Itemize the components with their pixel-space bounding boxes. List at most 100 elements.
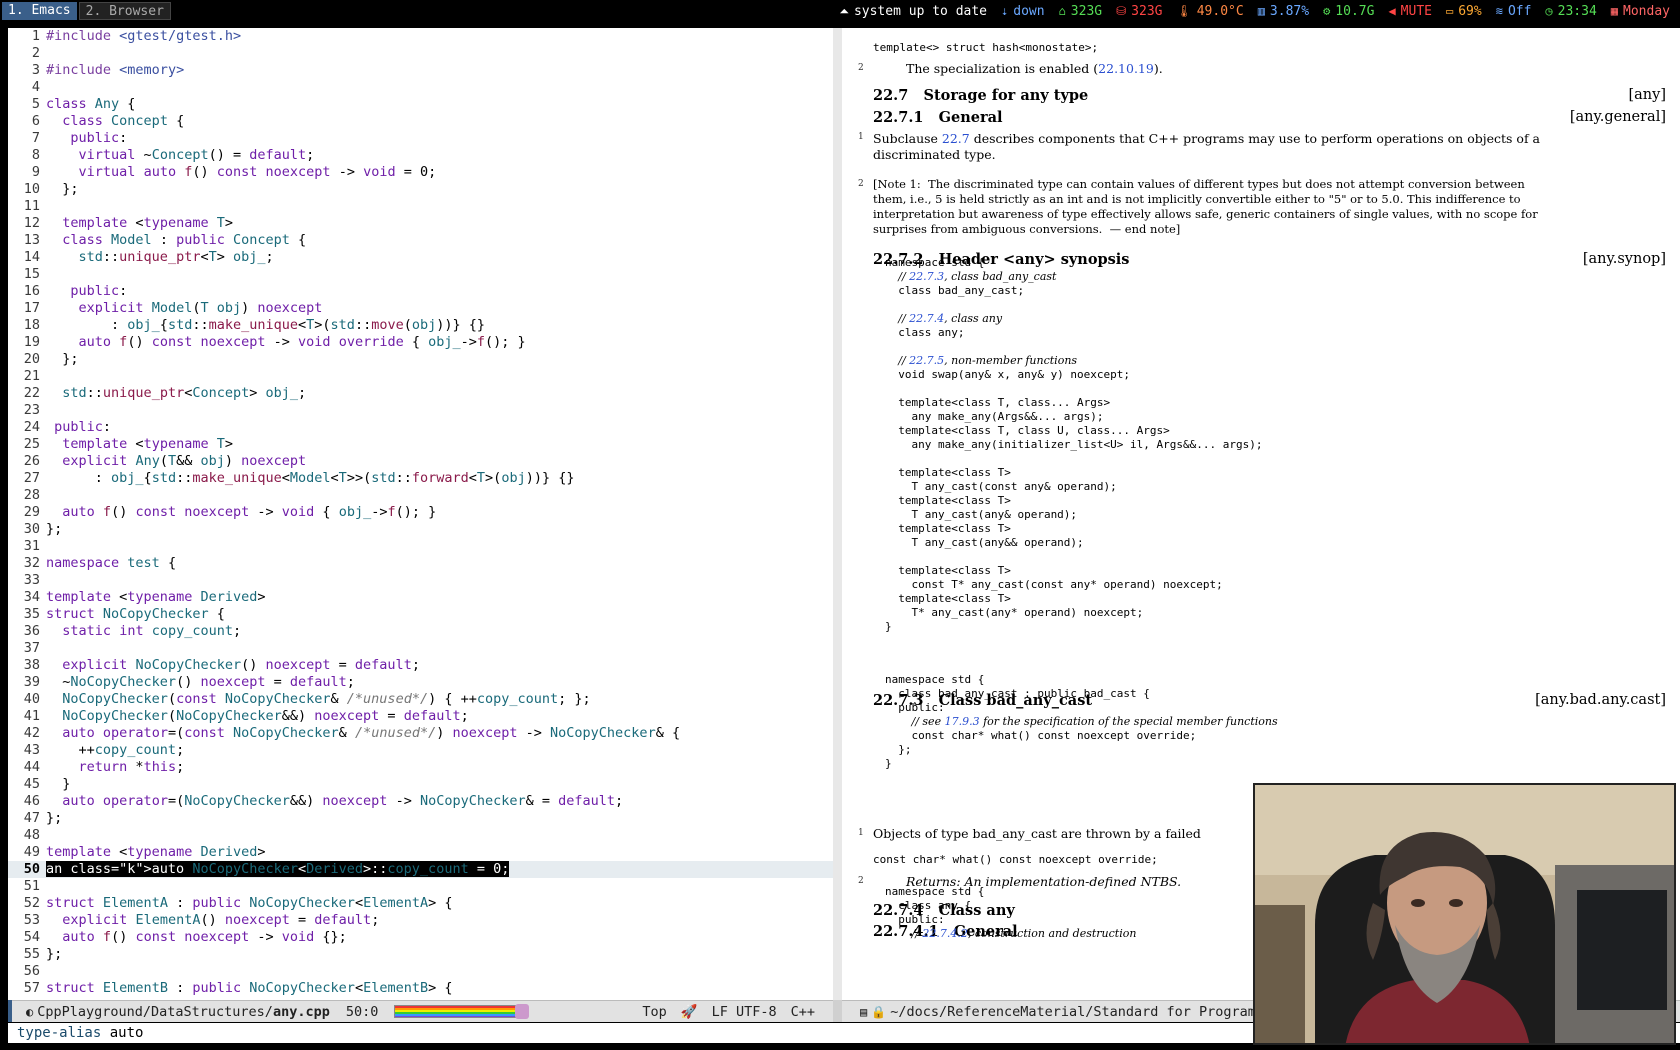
volume-icon: ◀ [1388,4,1396,18]
code-line[interactable]: 9 virtual auto f() const noexcept -> voi… [8,164,833,181]
editor-pane[interactable]: 1 #include <gtest/gtest.h> 2 3 #include <mem… [8,28,833,1000]
line-number: 12 [23,215,40,231]
code-line[interactable]: 29 auto f() const noexcept -> void { obj… [8,504,833,521]
code-text: }; [46,351,79,367]
code-line[interactable]: 46 auto operator=(NoCopyChecker&&) noexc… [8,793,833,810]
code-buffer[interactable]: 1 #include <gtest/gtest.h> 2 3 #include <mem… [8,28,833,997]
mode-line-left[interactable]: ◐ CppPlayground/DataStructures/any.cpp 5… [8,1000,833,1022]
code-line[interactable]: 32 namespace test { [8,555,833,572]
code-line[interactable]: 22 std::unique_ptr<Concept> obj_; [8,385,833,402]
code-line[interactable]: 10 }; [8,181,833,198]
code-line[interactable]: 40 NoCopyChecker(const NoCopyChecker& /*… [8,691,833,708]
code-line[interactable]: 17 explicit Model(T obj) noexcept [8,300,833,317]
code-line[interactable]: 48 [8,827,833,844]
code-line[interactable]: 2 [8,45,833,62]
code-line[interactable]: 49 template <typename Derived> [8,844,833,861]
status-item[interactable]: ▥ 3.87% [1258,4,1309,19]
code-line[interactable]: 50 an class="k">auto NoCopyChecker<Derive… [8,861,833,878]
code-line[interactable]: 23 [8,402,833,419]
code-line[interactable]: 52 struct ElementA : public NoCopyChecker… [8,895,833,912]
status-item[interactable]: ⏶ system up to date [839,4,987,19]
code-line[interactable]: 20 }; [8,351,833,368]
line-number: 50 [23,861,40,877]
status-item[interactable]: ≋ Off [1496,4,1532,19]
status-item[interactable]: ▦ Monday [1611,4,1670,19]
code-line[interactable]: 16 public: [8,283,833,300]
doc-code-line: // 22.7.5, non-member functions [898,354,1078,367]
code-line[interactable]: 11 [8,198,833,215]
doc-code-line: // 22.7.4, class any [898,312,1003,325]
code-line[interactable]: 18 : obj_{std::make_unique<T>(std::move(… [8,317,833,334]
line-number: 39 [23,674,40,690]
code-line[interactable]: 27 : obj_{std::make_unique<Model<T>>(std… [8,470,833,487]
doc-link[interactable]: 22.10.19 [1098,61,1154,76]
status-item[interactable]: ⇣ down [1001,4,1045,19]
code-line[interactable]: 12 template <typename T> [8,215,833,232]
status-item[interactable]: 🌡 49.0°C [1176,4,1243,19]
code-line[interactable]: 47}; [8,810,833,827]
status-item[interactable]: ▭ 69% [1446,4,1482,19]
code-line[interactable]: 26 explicit Any(T&& obj) noexcept [8,453,833,470]
nyan-scrollbar[interactable] [394,1004,530,1019]
window-divider[interactable] [833,28,842,1000]
doc-link[interactable]: 22.7 [942,131,970,146]
code-line[interactable]: 34 template <typename Derived> [8,589,833,606]
encoding[interactable]: LF UTF-8 [712,1004,777,1020]
status-item[interactable]: ◀ MUTE [1388,4,1432,19]
doc-code-line: template<class T, class U, class... Args… [885,424,1170,437]
code-line[interactable]: 24 public: [8,419,833,436]
workspace-tab-browser[interactable]: 2. Browser [78,2,171,20]
code-text: }; [46,181,79,197]
status-item[interactable]: ⌂ 323G [1059,4,1103,19]
line-number: 41 [23,708,40,724]
line-number: 21 [23,368,40,384]
status-item[interactable]: ⚙ 10.7G [1323,4,1374,19]
code-line[interactable]: 56 [8,963,833,980]
code-line[interactable]: 55}; [8,946,833,963]
arch-icon: ⏶ [839,3,849,18]
code-line[interactable]: 19 auto f() const noexcept -> void overr… [8,334,833,351]
code-line[interactable]: 4 [8,79,833,96]
status-label: MUTE [1400,3,1432,19]
code-line[interactable]: 57 struct ElementB : public NoCopyChecker… [8,980,833,997]
code-text: explicit NoCopyChecker() noexcept = defa… [62,657,420,673]
code-line[interactable]: 8 virtual ~Concept() = default; [8,147,833,164]
code-line[interactable]: 28 [8,487,833,504]
code-line[interactable]: 1 #include <gtest/gtest.h> [8,28,833,45]
code-line[interactable]: 33 [8,572,833,589]
doc-code-line: template<> struct hash<monostate>; [873,41,1099,54]
code-line[interactable]: 41 NoCopyChecker(NoCopyChecker&&) noexce… [8,708,833,725]
code-line[interactable]: 14 std::unique_ptr<T> obj_; [8,249,833,266]
code-line[interactable]: 39 ~NoCopyChecker() noexcept = default; [8,674,833,691]
major-mode[interactable]: C++ [791,1004,815,1020]
code-line[interactable]: 37 [8,640,833,657]
code-line[interactable]: 6 class Concept { [8,113,833,130]
code-line[interactable]: 15 [8,266,833,283]
code-line[interactable]: 45 } [8,776,833,793]
code-text: NoCopyChecker(const NoCopyChecker& /*unu… [62,691,591,707]
code-line[interactable]: 25 template <typename T> [8,436,833,453]
code-line[interactable]: 54 auto f() const noexcept -> void {}; [8,929,833,946]
code-line[interactable]: 30}; [8,521,833,538]
status-item[interactable]: ◷ 23:34 [1545,4,1596,19]
code-text: }; [46,810,63,826]
code-line[interactable]: 36 static int copy_count; [8,623,833,640]
section-tag: [any.general] [1569,109,1666,125]
code-line[interactable]: 7 public: [8,130,833,147]
workspace-tab-emacs[interactable]: 1. Emacs [2,2,77,20]
code-line[interactable]: 21 [8,368,833,385]
code-line[interactable]: 13 class Model : public Concept { [8,232,833,249]
code-line[interactable]: 31 [8,538,833,555]
code-line[interactable]: 53 explicit ElementA() noexcept = defaul… [8,912,833,929]
code-line[interactable]: 42 auto operator=(const NoCopyChecker& /… [8,725,833,742]
code-line[interactable]: 44 return *this; [8,759,833,776]
code-line[interactable]: 5 class Any { [8,96,833,113]
status-item[interactable]: ⛁ 323G [1116,4,1162,19]
code-line[interactable]: 3 #include <memory> [8,62,833,79]
code-line[interactable]: 35 struct NoCopyChecker { [8,606,833,623]
doc-code-line: namespace std { [885,885,985,898]
code-line[interactable]: 38 explicit NoCopyChecker() noexcept = d… [8,657,833,674]
code-line[interactable]: 43 ++copy_count; [8,742,833,759]
code-line[interactable]: 51 [8,878,833,895]
